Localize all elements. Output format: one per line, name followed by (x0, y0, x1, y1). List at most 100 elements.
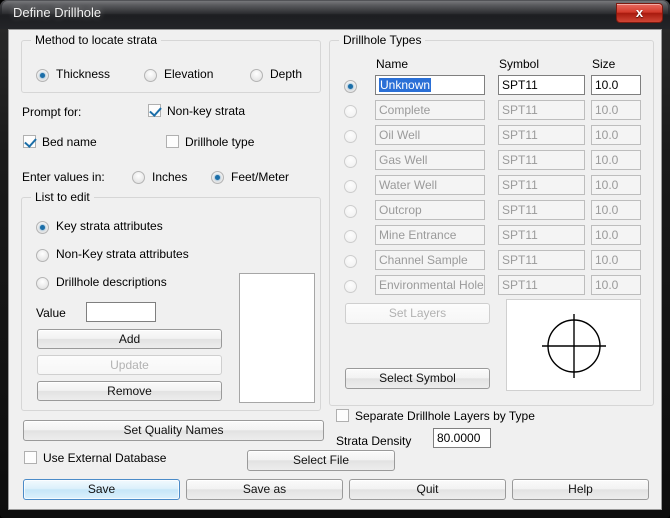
size-input-1[interactable]: 10.0 (591, 100, 641, 120)
size-input-8[interactable]: 10.0 (591, 275, 641, 295)
column-header-symbol: Symbol (499, 57, 540, 71)
name-input-0-text: Unknown (379, 78, 432, 92)
set-layers-button[interactable]: Set Layers (345, 303, 490, 324)
enter-values-in-label: Enter values in: (22, 170, 105, 184)
close-icon: x (635, 5, 644, 20)
radio-drillhole-type-7[interactable] (344, 255, 357, 268)
symbol-input-2[interactable]: SPT11 (498, 125, 585, 145)
remove-button-label: Remove (107, 384, 152, 398)
symbol-input-8[interactable]: SPT11 (498, 275, 585, 295)
add-button-label: Add (118, 332, 141, 346)
label-bed-name: Bed name (42, 135, 97, 149)
size-input-7[interactable]: 10.0 (591, 250, 641, 270)
value-input[interactable] (86, 302, 156, 322)
remove-button[interactable]: Remove (37, 381, 222, 401)
column-header-name: Name (376, 57, 409, 71)
radio-key-strata-attributes[interactable] (36, 221, 49, 234)
checkbox-use-external-database[interactable] (24, 451, 37, 464)
radio-drillhole-type-6[interactable] (344, 230, 357, 243)
label-separate-drillhole-layers: Separate Drillhole Layers by Type (355, 409, 535, 423)
checkbox-non-key-strata[interactable] (148, 104, 161, 117)
help-button-label: Help (568, 482, 593, 496)
symbol-input-7[interactable]: SPT11 (498, 250, 585, 270)
radio-drillhole-type-0[interactable] (344, 80, 357, 93)
name-input-4[interactable]: Water Well (375, 175, 485, 195)
dialog-client-area: Method to locate strata Thickness Elevat… (8, 29, 662, 510)
method-to-locate-strata-group: Method to locate strata Thickness Elevat… (21, 33, 321, 93)
dialog-window: Define Drillhole x Method to locate stra… (0, 0, 670, 518)
name-input-3[interactable]: Gas Well (375, 150, 485, 170)
method-group-legend: Method to locate strata (31, 33, 162, 47)
label-non-key-strata-attributes: Non-Key strata attributes (56, 247, 189, 261)
name-input-2[interactable]: Oil Well (375, 125, 485, 145)
label-drillhole-descriptions: Drillhole descriptions (56, 275, 167, 289)
help-button[interactable]: Help (512, 479, 649, 500)
save-as-button[interactable]: Save as (186, 479, 343, 500)
list-to-edit-group: List to edit Key strata attributes Non-K… (21, 190, 321, 411)
radio-thickness[interactable] (36, 69, 49, 82)
label-thickness: Thickness (56, 67, 111, 81)
strata-density-label: Strata Density (336, 434, 412, 448)
label-feet-meter: Feet/Meter (231, 170, 290, 184)
symbol-input-3[interactable]: SPT11 (498, 150, 585, 170)
quit-button[interactable]: Quit (349, 479, 506, 500)
radio-inches[interactable] (132, 171, 145, 184)
save-button-label: Save (87, 482, 116, 496)
strata-density-input[interactable]: 80.0000 (433, 428, 491, 448)
label-inches: Inches (152, 170, 188, 184)
checkbox-drillhole-type[interactable] (166, 135, 179, 148)
label-non-key-strata: Non-key strata (167, 104, 246, 118)
select-symbol-button[interactable]: Select Symbol (345, 368, 490, 389)
name-input-1[interactable]: Complete (375, 100, 485, 120)
size-input-5[interactable]: 10.0 (591, 200, 641, 220)
size-input-0[interactable]: 10.0 (591, 75, 641, 95)
name-input-7[interactable]: Channel Sample (375, 250, 485, 270)
checkbox-bed-name[interactable] (23, 135, 36, 148)
radio-feet-meter[interactable] (211, 171, 224, 184)
select-file-label: Select File (292, 453, 350, 467)
set-quality-names-label: Set Quality Names (123, 423, 224, 437)
radio-drillhole-descriptions[interactable] (36, 277, 49, 290)
symbol-input-5[interactable]: SPT11 (498, 200, 585, 220)
name-input-0[interactable]: Unknown (375, 75, 485, 95)
window-title: Define Drillhole (13, 5, 102, 20)
radio-drillhole-type-3[interactable] (344, 155, 357, 168)
name-input-6[interactable]: Mine Entrance (375, 225, 485, 245)
radio-drillhole-type-8[interactable] (344, 280, 357, 293)
label-elevation: Elevation (164, 67, 214, 81)
quit-button-label: Quit (416, 482, 439, 496)
radio-drillhole-type-5[interactable] (344, 205, 357, 218)
symbol-input-1[interactable]: SPT11 (498, 100, 585, 120)
symbol-input-4[interactable]: SPT11 (498, 175, 585, 195)
radio-drillhole-type-2[interactable] (344, 130, 357, 143)
size-input-4[interactable]: 10.0 (591, 175, 641, 195)
close-button[interactable]: x (616, 3, 663, 23)
save-button[interactable]: Save (23, 479, 180, 500)
label-use-external-database: Use External Database (43, 451, 167, 465)
name-input-8[interactable]: Environmental Hole (375, 275, 485, 295)
column-header-size: Size (592, 57, 616, 71)
title-bar: Define Drillhole x (0, 0, 670, 29)
size-input-2[interactable]: 10.0 (591, 125, 641, 145)
select-file-button[interactable]: Select File (247, 450, 395, 471)
radio-drillhole-type-1[interactable] (344, 105, 357, 118)
radio-non-key-strata-attributes[interactable] (36, 249, 49, 262)
edit-list-box[interactable] (239, 273, 315, 403)
list-to-edit-legend: List to edit (31, 190, 94, 204)
label-depth: Depth (270, 67, 303, 81)
symbol-input-6[interactable]: SPT11 (498, 225, 585, 245)
size-input-3[interactable]: 10.0 (591, 150, 641, 170)
checkbox-separate-drillhole-layers[interactable] (336, 409, 349, 422)
radio-drillhole-type-4[interactable] (344, 180, 357, 193)
update-button-label: Update (110, 358, 149, 372)
radio-elevation[interactable] (144, 69, 157, 82)
label-key-strata-attributes: Key strata attributes (56, 219, 163, 233)
add-button[interactable]: Add (37, 329, 222, 349)
name-input-5[interactable]: Outcrop (375, 200, 485, 220)
symbol-input-0[interactable]: SPT11 (498, 75, 585, 95)
size-input-6[interactable]: 10.0 (591, 225, 641, 245)
save-as-button-label: Save as (242, 482, 287, 496)
update-button[interactable]: Update (37, 355, 222, 375)
set-quality-names-button[interactable]: Set Quality Names (23, 420, 324, 441)
radio-depth[interactable] (250, 69, 263, 82)
